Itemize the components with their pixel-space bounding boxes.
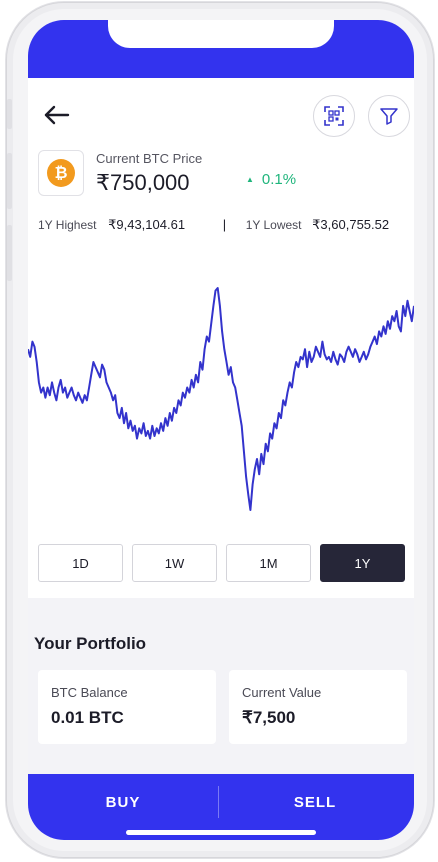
btc-balance-card: BTC Balance 0.01 BTC	[38, 670, 216, 744]
high-value: ₹9,43,104.61	[108, 217, 186, 232]
portfolio-section: Your Portfolio BTC Balance 0.01 BTC Curr…	[28, 598, 414, 774]
stats-separator: |	[222, 217, 227, 232]
low-value: ₹3,60,755.52	[312, 217, 390, 232]
range-selector: 1D 1W 1M 1Y	[38, 544, 405, 582]
range-1y-button[interactable]: 1Y	[320, 544, 405, 582]
portfolio-title: Your Portfolio	[34, 634, 147, 653]
volume-up-button	[7, 153, 12, 209]
bitcoin-icon: ₿	[47, 159, 75, 187]
price-change-value: 0.1%	[261, 171, 297, 188]
current-value-label: Current Value	[242, 685, 322, 700]
back-button[interactable]	[42, 104, 74, 126]
scan-button[interactable]	[313, 95, 355, 137]
low-label: 1Y Lowest	[245, 218, 302, 232]
home-indicator	[126, 830, 316, 835]
buy-button[interactable]: BUY	[28, 774, 218, 830]
range-1m-button[interactable]: 1M	[226, 544, 311, 582]
range-1w-button[interactable]: 1W	[132, 544, 217, 582]
price-label: Current BTC Price	[96, 151, 203, 166]
up-triangle-icon: ▲	[246, 175, 254, 184]
notch	[108, 20, 334, 48]
status-bar	[28, 20, 414, 78]
mute-switch	[7, 99, 12, 129]
high-label: 1Y Highest	[38, 218, 97, 232]
price-chart	[28, 287, 414, 511]
current-value-card: Current Value ₹7,500	[229, 670, 407, 744]
qr-scan-icon	[324, 106, 344, 126]
sell-button[interactable]: SELL	[220, 774, 410, 830]
action-divider	[218, 786, 219, 818]
filter-icon	[380, 108, 398, 125]
filter-button[interactable]	[368, 95, 410, 137]
arrow-left-icon	[44, 105, 70, 125]
volume-down-button	[7, 225, 12, 281]
yearly-stats: 1Y Highest ₹9,43,104.61 | 1Y Lowest ₹3,6…	[38, 217, 389, 233]
price-series-line	[28, 287, 414, 511]
price-value: ₹750,000	[96, 170, 190, 195]
balance-value: 0.01 BTC	[51, 708, 124, 727]
balance-label: BTC Balance	[51, 685, 128, 700]
price-change: ▲ 0.1%	[246, 171, 296, 188]
current-value: ₹7,500	[242, 708, 296, 727]
app-screen: ₿ Current BTC Price ₹750,000 ▲ 0.1% 1Y H…	[28, 20, 414, 840]
coin-badge: ₿	[38, 150, 84, 196]
range-1d-button[interactable]: 1D	[38, 544, 123, 582]
